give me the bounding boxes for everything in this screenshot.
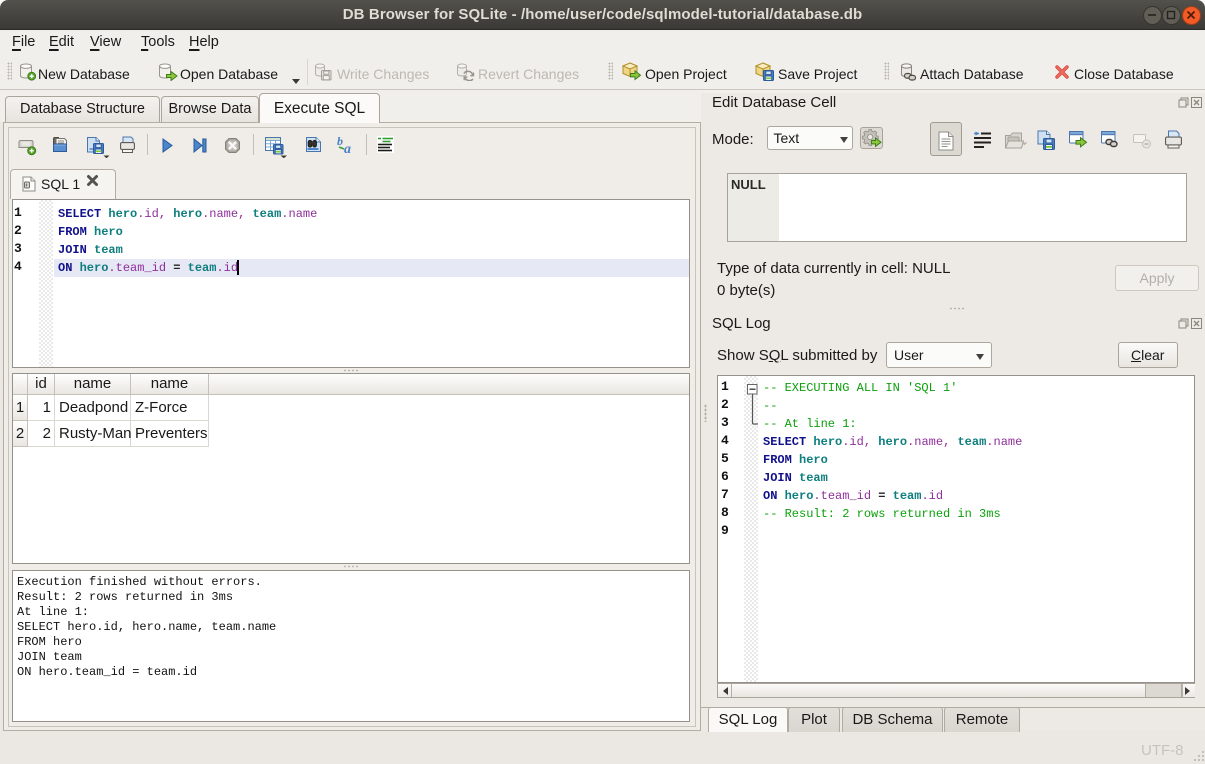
svg-text:a: a	[344, 142, 351, 155]
svg-text:b: b	[337, 135, 343, 148]
